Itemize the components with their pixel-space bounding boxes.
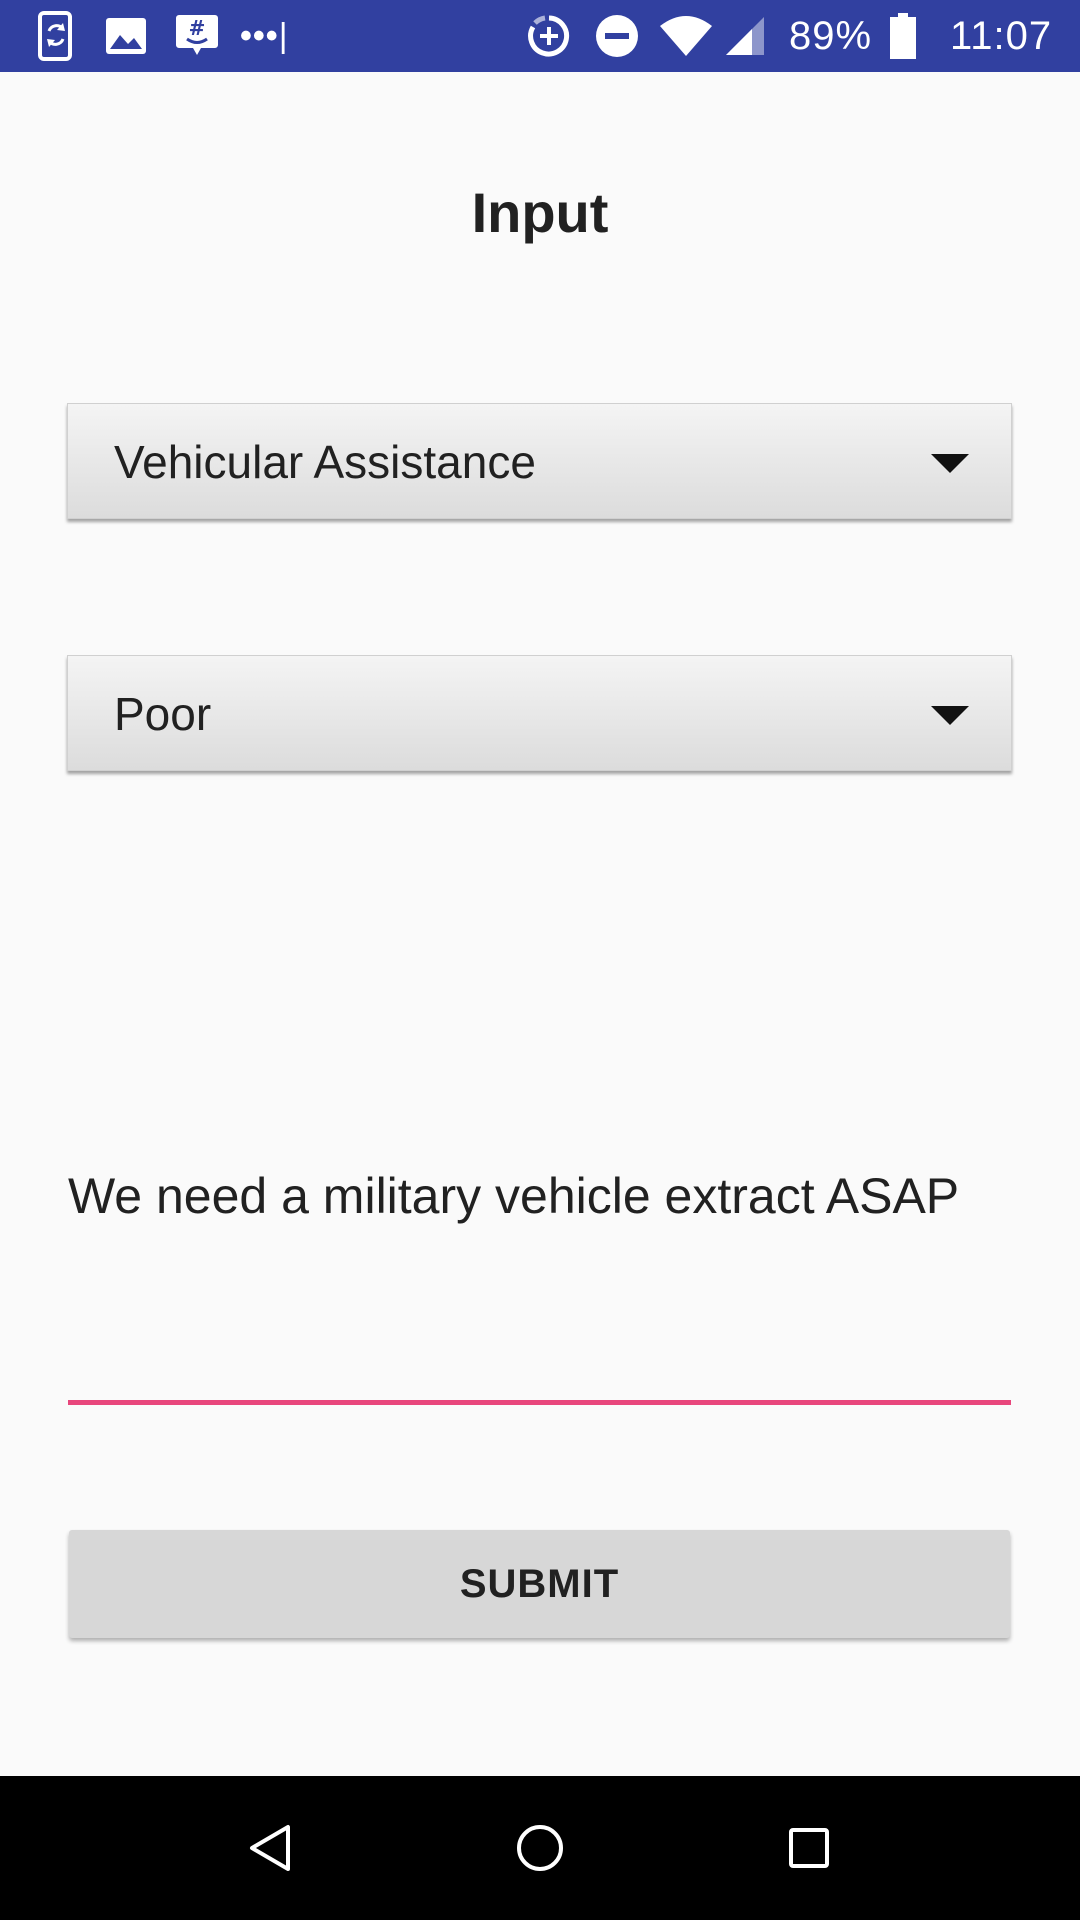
recents-icon[interactable] xyxy=(749,1776,869,1920)
cell-signal-icon xyxy=(724,0,766,72)
status-bar: # •••| 89% 11:07 xyxy=(0,0,1080,72)
more-notifications-icon: •••| xyxy=(240,17,289,55)
condition-spinner[interactable]: Poor xyxy=(67,655,1012,771)
category-spinner-value: Vehicular Assistance xyxy=(114,436,536,488)
do-not-disturb-icon xyxy=(595,0,639,72)
home-icon[interactable] xyxy=(480,1776,600,1920)
navigation-bar xyxy=(0,1776,1080,1920)
back-icon[interactable] xyxy=(210,1776,330,1920)
clock: 11:07 xyxy=(950,14,1053,58)
phone-sync-icon xyxy=(36,0,76,72)
condition-spinner-value: Poor xyxy=(114,688,212,740)
dropdown-arrow-icon xyxy=(931,454,969,473)
battery-percent: 89% xyxy=(789,14,873,58)
data-saver-icon xyxy=(527,0,571,72)
submit-button[interactable]: SUBMIT xyxy=(69,1530,1010,1638)
svg-text:#: # xyxy=(189,16,206,40)
more-notifications-dots: ••• xyxy=(240,17,279,55)
message-input-underline xyxy=(68,1400,1011,1405)
dropdown-arrow-icon xyxy=(931,706,969,725)
wifi-icon xyxy=(658,0,714,72)
message-input[interactable]: We need a military vehicle extract ASAP xyxy=(68,1165,1011,1405)
image-icon xyxy=(104,0,148,72)
category-spinner[interactable]: Vehicular Assistance xyxy=(67,403,1012,519)
page-title: Input xyxy=(471,181,609,244)
battery-icon xyxy=(888,0,918,72)
message-input-value[interactable]: We need a military vehicle extract ASAP xyxy=(68,1165,1011,1227)
chat-bubble-icon: # xyxy=(174,0,220,72)
